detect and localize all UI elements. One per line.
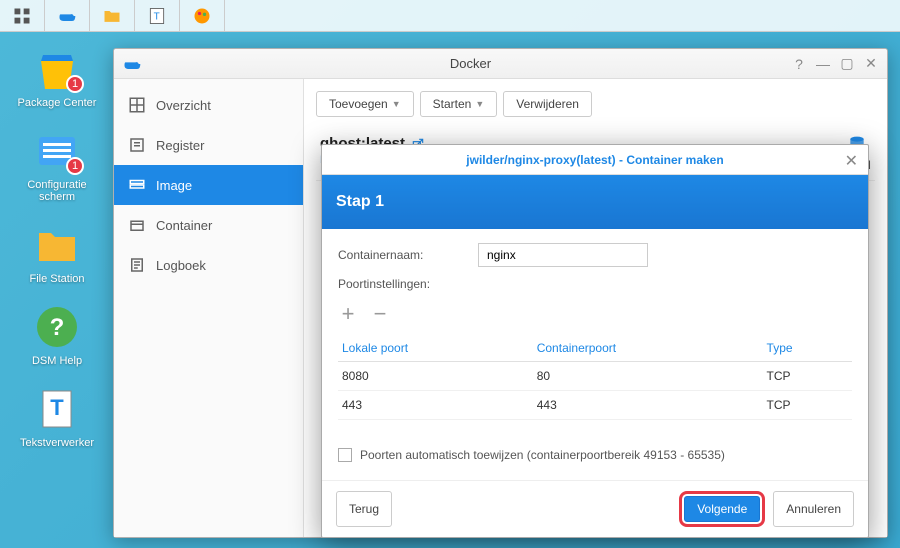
list-icon bbox=[128, 136, 146, 154]
modal-body: Containernaam: Poortinstellingen: + − Lo… bbox=[322, 229, 868, 480]
table-row[interactable]: 808080TCP bbox=[338, 362, 852, 391]
box-icon bbox=[128, 216, 146, 234]
desktop-icon-label: Configuratie scherm bbox=[12, 179, 102, 203]
cancel-button[interactable]: Annuleren bbox=[773, 491, 854, 527]
desktop-icons: 1 Package Center 1 Configuratie scherm F… bbox=[12, 45, 102, 449]
sidebar-item-label: Container bbox=[156, 218, 212, 233]
dashboard-icon bbox=[128, 96, 146, 114]
desktop-dsm-help[interactable]: ? DSM Help bbox=[12, 303, 102, 367]
desktop-icon-label: Package Center bbox=[18, 97, 97, 109]
create-container-modal: jwilder/nginx-proxy(latest) - Container … bbox=[321, 144, 869, 538]
minimize-button[interactable]: — bbox=[815, 56, 831, 72]
sidebar-item-register[interactable]: Register bbox=[114, 125, 303, 165]
maximize-button[interactable]: ▢ bbox=[839, 56, 855, 72]
modal-footer: Terug Volgende Annuleren bbox=[322, 480, 868, 537]
port-settings-label: Poortinstellingen: bbox=[338, 277, 478, 291]
layers-icon bbox=[128, 176, 146, 194]
auto-assign-checkbox[interactable] bbox=[338, 448, 352, 462]
help-icon: ? bbox=[33, 303, 81, 351]
taskbar-editor[interactable]: T bbox=[135, 0, 180, 32]
col-local-port[interactable]: Lokale poort bbox=[338, 335, 533, 362]
add-button[interactable]: Toevoegen bbox=[316, 91, 414, 117]
whale-icon bbox=[57, 6, 77, 26]
whale-icon bbox=[122, 54, 142, 74]
start-button[interactable]: Starten bbox=[420, 91, 498, 117]
desktop-text-editor[interactable]: T Tekstverwerker bbox=[12, 385, 102, 449]
text-editor-icon: T bbox=[147, 6, 167, 26]
container-name-input[interactable] bbox=[478, 243, 648, 267]
window-title: Docker bbox=[150, 56, 791, 71]
svg-text:?: ? bbox=[50, 314, 65, 341]
delete-button[interactable]: Verwijderen bbox=[503, 91, 592, 117]
desktop-file-station[interactable]: File Station bbox=[12, 221, 102, 285]
modal-header: jwilder/nginx-proxy(latest) - Container … bbox=[322, 145, 868, 175]
sidebar-item-image[interactable]: Image bbox=[114, 165, 303, 205]
add-port-button[interactable]: + bbox=[338, 301, 358, 327]
desktop-icon-label: File Station bbox=[29, 273, 84, 285]
desktop-icon-label: DSM Help bbox=[32, 355, 82, 367]
sidebar-item-label: Image bbox=[156, 178, 192, 193]
back-button[interactable]: Terug bbox=[336, 491, 392, 527]
col-container-port[interactable]: Containerpoort bbox=[533, 335, 763, 362]
port-table: Lokale poort Containerpoort Type 808080T… bbox=[338, 335, 852, 420]
svg-text:T: T bbox=[50, 395, 64, 420]
sidebar-item-logbook[interactable]: Logboek bbox=[114, 245, 303, 285]
grid-icon bbox=[12, 6, 32, 26]
sidebar-item-label: Logboek bbox=[156, 258, 206, 273]
modal-title: jwilder/nginx-proxy(latest) - Container … bbox=[466, 153, 723, 167]
badge: 1 bbox=[66, 75, 84, 93]
desktop-icon-label: Tekstverwerker bbox=[20, 437, 94, 449]
taskbar: T bbox=[0, 0, 900, 32]
auto-assign-label: Poorten automatisch toewijzen (container… bbox=[360, 448, 725, 462]
taskbar-files[interactable] bbox=[90, 0, 135, 32]
palette-icon bbox=[192, 6, 212, 26]
help-button[interactable]: ? bbox=[791, 56, 807, 72]
folder-search-icon bbox=[102, 6, 122, 26]
folder-icon bbox=[33, 221, 81, 269]
sidebar-item-label: Overzicht bbox=[156, 98, 211, 113]
sidebar: Overzicht Register Image Container Logbo… bbox=[114, 79, 304, 537]
badge: 1 bbox=[66, 157, 84, 175]
titlebar[interactable]: Docker ? — ▢ ✕ bbox=[114, 49, 887, 79]
next-button[interactable]: Volgende bbox=[684, 496, 760, 522]
taskbar-apps[interactable] bbox=[0, 0, 45, 32]
sidebar-item-container[interactable]: Container bbox=[114, 205, 303, 245]
desktop-package-center[interactable]: 1 Package Center bbox=[12, 45, 102, 109]
close-button[interactable]: ✕ bbox=[863, 56, 879, 72]
table-row[interactable]: 443443TCP bbox=[338, 391, 852, 420]
desktop-config[interactable]: 1 Configuratie scherm bbox=[12, 127, 102, 203]
close-icon[interactable]: ✕ bbox=[845, 151, 858, 171]
col-type[interactable]: Type bbox=[763, 335, 852, 362]
remove-port-button[interactable]: − bbox=[370, 301, 390, 327]
sidebar-item-label: Register bbox=[156, 138, 204, 153]
container-name-label: Containernaam: bbox=[338, 248, 478, 262]
auto-assign-row[interactable]: Poorten automatisch toewijzen (container… bbox=[338, 448, 852, 462]
toolbar: Toevoegen Starten Verwijderen bbox=[316, 91, 875, 117]
log-icon bbox=[128, 256, 146, 274]
highlight: Volgende bbox=[679, 491, 765, 527]
taskbar-paint[interactable] bbox=[180, 0, 225, 32]
taskbar-docker[interactable] bbox=[45, 0, 90, 32]
step-banner: Stap 1 bbox=[322, 175, 868, 229]
svg-text:T: T bbox=[154, 11, 160, 22]
sidebar-item-overview[interactable]: Overzicht bbox=[114, 85, 303, 125]
text-doc-icon: T bbox=[33, 385, 81, 433]
